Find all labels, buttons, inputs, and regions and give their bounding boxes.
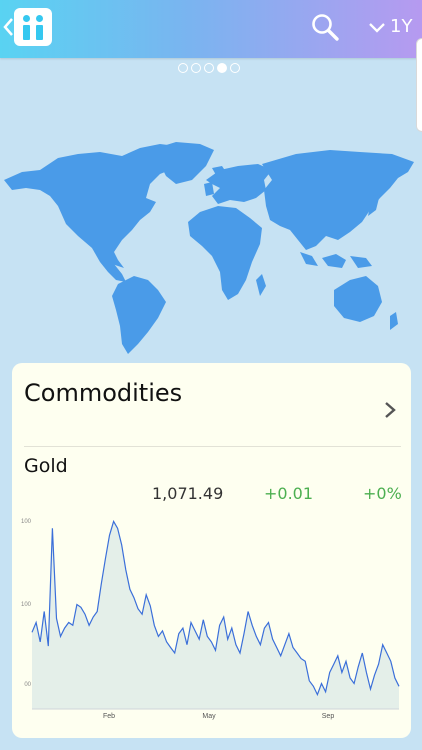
commodity-change-percent: +0% — [363, 484, 402, 503]
page-dot[interactable] — [230, 63, 240, 73]
price-chart[interactable]: 00 100 100 Feb May Sep — [12, 503, 411, 738]
divider — [24, 446, 401, 447]
commodities-card[interactable]: Commodities Gold 1,071.49 +0.01 +0% 00 10… — [12, 363, 411, 738]
chevron-down-icon — [369, 23, 385, 33]
price-area — [32, 521, 399, 709]
period-selector[interactable]: 1Y — [366, 14, 416, 40]
commodity-change: +0.01 — [264, 484, 314, 503]
card-open-button[interactable] — [382, 399, 398, 421]
ii-logo-icon[interactable] — [14, 8, 52, 46]
page-dot[interactable] — [191, 63, 201, 73]
side-panel-handle[interactable] — [416, 38, 422, 132]
period-label: 1Y — [390, 16, 413, 37]
commodity-price: 1,071.49 — [152, 484, 224, 503]
page-dot[interactable] — [178, 63, 188, 73]
world-map — [4, 142, 414, 354]
page-dot[interactable] — [204, 63, 214, 73]
chevron-right-icon — [385, 402, 396, 418]
chevron-left-icon — [3, 18, 13, 36]
commodity-name: Gold — [24, 455, 68, 477]
card-title: Commodities — [24, 379, 183, 407]
y-tick-label: 00 — [24, 682, 31, 688]
page-indicator — [178, 63, 240, 75]
y-tick-label: 100 — [21, 519, 32, 525]
search-icon — [312, 14, 339, 41]
search-button[interactable] — [310, 12, 340, 42]
x-tick-label: Sep — [322, 713, 335, 720]
x-tick-label: Feb — [103, 713, 115, 720]
app-header: 1Y — [0, 0, 422, 58]
back-button[interactable] — [2, 16, 14, 38]
x-tick-label: May — [202, 713, 216, 720]
page-dot-active[interactable] — [217, 63, 227, 73]
y-tick-label: 100 — [21, 602, 32, 608]
